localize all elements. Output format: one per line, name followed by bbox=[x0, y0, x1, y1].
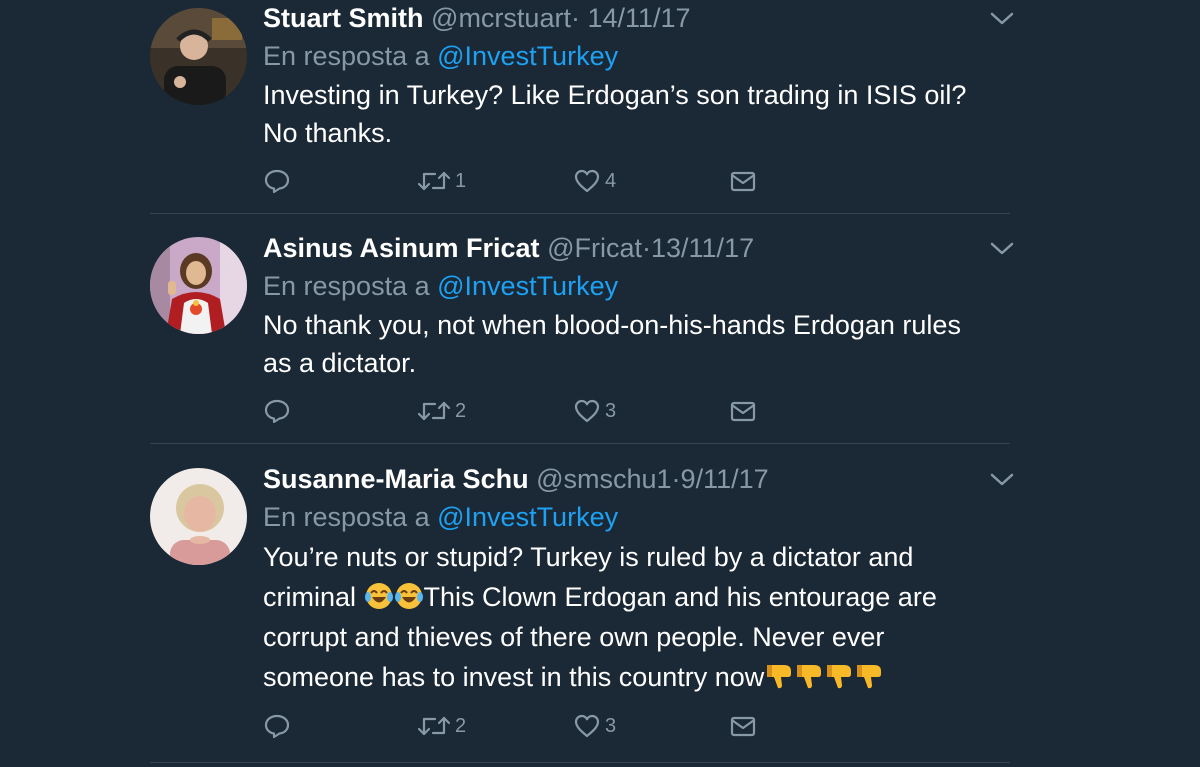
tweet-date[interactable]: 9/11/17 bbox=[681, 464, 769, 494]
tweet-header: Stuart Smith @mcrstuart· 14/11/17 bbox=[263, 0, 691, 36]
tweet-text: No thank you, not when blood-on-his-hand… bbox=[263, 306, 1023, 382]
tweet-header: Susanne-Maria Schu @smschu1·9/11/17 bbox=[263, 461, 769, 497]
reply-prefix: En resposta a bbox=[263, 502, 430, 532]
like-count: 4 bbox=[605, 169, 617, 192]
tweet[interactable]: Susanne-Maria Schu @smschu1·9/11/17 En r… bbox=[0, 461, 1200, 761]
tweet-text-line: criminal This Clown Erdogan and his ento… bbox=[263, 577, 1023, 617]
author-name[interactable]: Susanne-Maria Schu bbox=[263, 464, 529, 494]
tweet-text-segment: This Clown Erdogan and his entourage are bbox=[423, 582, 937, 612]
direct-message-button[interactable] bbox=[729, 711, 757, 741]
tweet-date[interactable]: 13/11/17 bbox=[651, 233, 754, 263]
heart-icon bbox=[574, 714, 600, 738]
retweet-count: 1 bbox=[455, 169, 467, 192]
retweet-button[interactable]: 2 bbox=[417, 396, 466, 426]
thumbs-down-emoji bbox=[767, 665, 792, 689]
reply-mention-link[interactable]: @InvestTurkey bbox=[437, 41, 618, 71]
retweet-button[interactable]: 2 bbox=[417, 711, 466, 741]
reply-icon bbox=[264, 169, 290, 194]
tweet-actions: 1 4 bbox=[263, 166, 783, 196]
reply-button[interactable] bbox=[263, 166, 291, 196]
reply-mention-link[interactable]: @InvestTurkey bbox=[437, 502, 618, 532]
avatar[interactable] bbox=[150, 468, 247, 565]
retweet-button[interactable]: 1 bbox=[417, 166, 466, 196]
chevron-down-icon[interactable] bbox=[988, 10, 1016, 28]
reply-icon bbox=[264, 714, 290, 739]
thumbs-down-emoji bbox=[857, 665, 882, 689]
author-handle[interactable]: @smschu1 bbox=[536, 464, 671, 494]
thumbs-down-emoji bbox=[827, 665, 852, 689]
envelope-icon bbox=[730, 401, 756, 422]
direct-message-button[interactable] bbox=[729, 396, 757, 426]
retweet-icon bbox=[417, 401, 451, 421]
heart-icon bbox=[574, 399, 600, 423]
retweet-icon bbox=[417, 716, 451, 736]
tweet-text-line: someone has to invest in this country no… bbox=[263, 657, 1023, 697]
reply-context: En resposta a @InvestTurkey bbox=[263, 268, 618, 304]
retweet-count: 2 bbox=[455, 399, 467, 422]
avatar[interactable] bbox=[150, 8, 247, 105]
tears-of-joy-emoji bbox=[364, 583, 393, 609]
reply-mention-link[interactable]: @InvestTurkey bbox=[437, 271, 618, 301]
divider bbox=[150, 443, 1010, 444]
tweet-actions: 2 3 bbox=[263, 711, 783, 741]
direct-message-button[interactable] bbox=[729, 166, 757, 196]
author-handle[interactable]: @mcrstuart bbox=[431, 3, 571, 33]
tweet-text-line: corrupt and thieves of there own people.… bbox=[263, 622, 885, 652]
tweet-actions: 2 3 bbox=[263, 396, 783, 426]
chevron-down-icon[interactable] bbox=[988, 240, 1016, 258]
chevron-down-icon[interactable] bbox=[988, 471, 1016, 489]
tweet-text-line: as a dictator. bbox=[263, 348, 417, 378]
reply-button[interactable] bbox=[263, 711, 291, 741]
author-name[interactable]: Stuart Smith bbox=[263, 3, 424, 33]
author-handle[interactable]: @Fricat bbox=[547, 233, 642, 263]
tweet-text-line: No thank you, not when blood-on-his-hand… bbox=[263, 310, 961, 340]
tweet-text-line: You’re nuts or stupid? Turkey is ruled b… bbox=[263, 542, 914, 572]
reply-button[interactable] bbox=[263, 396, 291, 426]
tweet-text-line: Investing in Turkey? Like Erdogan’s son … bbox=[263, 80, 967, 110]
tweet-date[interactable]: 14/11/17 bbox=[587, 3, 690, 33]
reply-icon bbox=[264, 399, 290, 424]
heart-icon bbox=[574, 169, 600, 193]
like-button[interactable]: 4 bbox=[573, 166, 616, 196]
author-name[interactable]: Asinus Asinum Fricat bbox=[263, 233, 540, 263]
separator-dot: · bbox=[570, 3, 580, 33]
reply-prefix: En resposta a bbox=[263, 271, 430, 301]
divider bbox=[150, 213, 1010, 214]
tears-of-joy-emoji bbox=[394, 583, 423, 609]
tweet-text-segment: someone has to invest in this country no… bbox=[263, 662, 765, 692]
tweet-text: Investing in Turkey? Like Erdogan’s son … bbox=[263, 76, 1023, 152]
tweet-text-segment: criminal bbox=[263, 582, 364, 612]
tweet-text-line: No thanks. bbox=[263, 118, 393, 148]
avatar[interactable] bbox=[150, 237, 247, 334]
separator-dot: · bbox=[671, 464, 681, 494]
thumbs-down-emoji bbox=[797, 665, 822, 689]
tweet-text: You’re nuts or stupid? Turkey is ruled b… bbox=[263, 537, 1023, 697]
reply-prefix: En resposta a bbox=[263, 41, 430, 71]
envelope-icon bbox=[730, 716, 756, 737]
envelope-icon bbox=[730, 171, 756, 192]
reply-context: En resposta a @InvestTurkey bbox=[263, 499, 618, 535]
retweet-icon bbox=[417, 171, 451, 191]
like-count: 3 bbox=[605, 714, 617, 737]
divider bbox=[150, 762, 1010, 763]
like-button[interactable]: 3 bbox=[573, 711, 616, 741]
retweet-count: 2 bbox=[455, 714, 467, 737]
like-count: 3 bbox=[605, 399, 617, 422]
reply-context: En resposta a @InvestTurkey bbox=[263, 38, 618, 74]
tweet-header: Asinus Asinum Fricat @Fricat·13/11/17 bbox=[263, 230, 754, 266]
tweet[interactable]: Asinus Asinum Fricat @Fricat·13/11/17 En… bbox=[0, 230, 1200, 443]
separator-dot: · bbox=[642, 233, 651, 263]
tweet[interactable]: Stuart Smith @mcrstuart· 14/11/17 En res… bbox=[0, 0, 1200, 213]
like-button[interactable]: 3 bbox=[573, 396, 616, 426]
